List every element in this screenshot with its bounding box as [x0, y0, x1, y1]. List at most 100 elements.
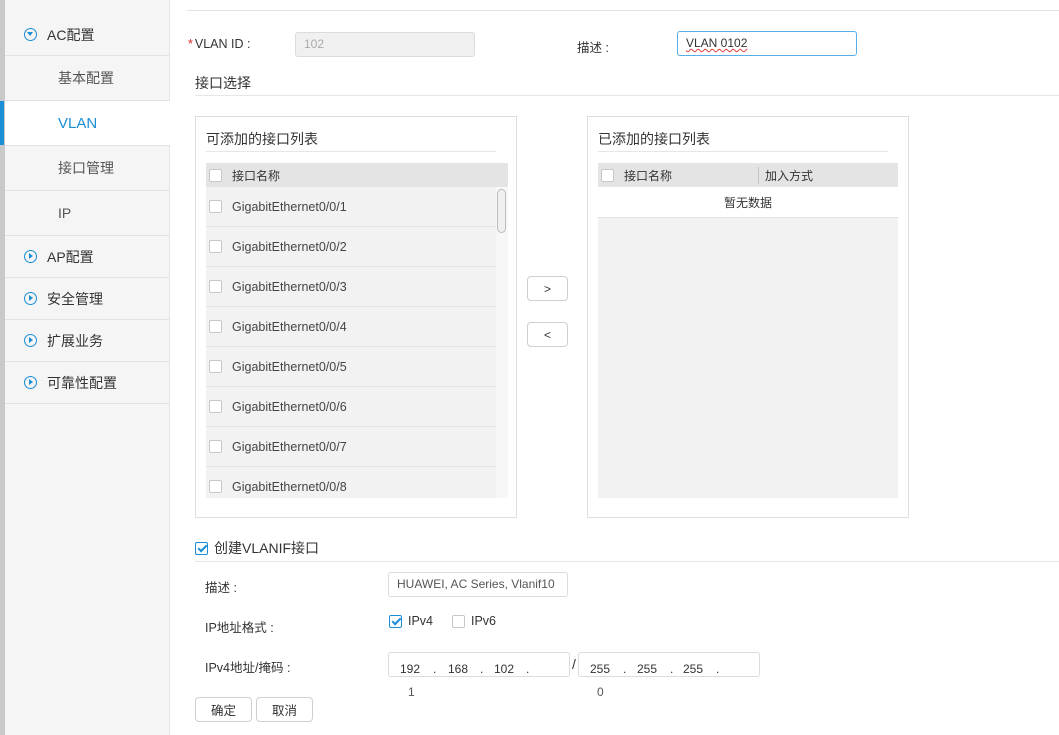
- ip-separator: .: [480, 662, 484, 676]
- row-checkbox[interactable]: [209, 320, 222, 333]
- ip-octet-3[interactable]: 102: [494, 658, 514, 681]
- move-left-button[interactable]: <: [527, 322, 568, 347]
- added-list-title: 已添加的接口列表: [598, 131, 710, 147]
- interface-selection-title: 接口选择: [195, 75, 251, 91]
- interface-name: GigabitEthernet0/0/5: [232, 359, 347, 374]
- interface-name: GigabitEthernet0/0/1: [232, 199, 347, 214]
- interface-name: GigabitEthernet0/0/8: [232, 479, 347, 494]
- ip-format-label: IP地址格式 :: [205, 621, 274, 635]
- sidebar-item-label: IP: [58, 205, 72, 221]
- ok-button[interactable]: 确定: [195, 697, 252, 722]
- row-checkbox[interactable]: [209, 200, 222, 213]
- sidebar-item-interface-management[interactable]: 接口管理: [5, 146, 170, 191]
- list-item[interactable]: GigabitEthernet0/0/2: [206, 227, 496, 267]
- panel-title-divider: [598, 151, 888, 152]
- expand-circle-icon: [24, 292, 37, 305]
- list-item[interactable]: GigabitEthernet0/0/4: [206, 307, 496, 347]
- mask-octet-4[interactable]: 0: [597, 685, 604, 699]
- create-vlanif-label: 创建VLANIF接口: [214, 540, 320, 556]
- ipv4-option[interactable]: IPv4: [389, 614, 433, 628]
- column-header-interface-name: 接口名称: [232, 168, 281, 183]
- ip-separator: .: [526, 662, 530, 676]
- list-item[interactable]: GigabitEthernet0/0/5: [206, 347, 496, 387]
- sidebar-group-label: AC配置: [47, 26, 95, 43]
- mask-octet-3[interactable]: 255: [683, 658, 703, 681]
- mask-slash: /: [572, 656, 576, 672]
- sidebar-group-ap-config[interactable]: AP配置: [5, 236, 170, 278]
- list-item[interactable]: GigabitEthernet0/0/8: [206, 467, 496, 498]
- expand-circle-icon: [24, 250, 37, 263]
- sidebar-group-extended-services[interactable]: 扩展业务: [5, 320, 170, 362]
- ipv4-address-input[interactable]: 192 . 168 . 102 .: [388, 652, 570, 677]
- sidebar-group-label: 扩展业务: [47, 332, 103, 349]
- vlanif-description-label: 描述 :: [205, 581, 237, 595]
- description-label: 描述 :: [577, 41, 609, 55]
- column-header-join-mode: 加入方式: [765, 168, 814, 183]
- mask-octet-1[interactable]: 255: [590, 658, 610, 681]
- vlan-id-input: 102: [295, 32, 475, 57]
- ipv4-label: IPv4: [408, 614, 434, 628]
- description-input[interactable]: VLAN 0102: [677, 31, 857, 56]
- empty-state: 暂无数据: [598, 187, 898, 218]
- ipv4-address-label: IPv4地址/掩码 :: [205, 661, 291, 675]
- sidebar-group-ac-config[interactable]: AC配置: [5, 14, 170, 56]
- mask-separator: .: [670, 662, 674, 676]
- list-scrollbar[interactable]: [496, 187, 508, 498]
- sidebar-group-label: 可靠性配置: [47, 374, 117, 391]
- sidebar: AC配置 基本配置 VLAN 接口管理 IP AP配置 安全管理 扩展业务 可靠…: [0, 0, 170, 735]
- mask-separator: .: [623, 662, 627, 676]
- row-checkbox[interactable]: [209, 480, 222, 493]
- create-vlanif-checkbox[interactable]: [195, 541, 208, 555]
- interface-name: GigabitEthernet0/0/6: [232, 399, 347, 414]
- row-checkbox[interactable]: [209, 280, 222, 293]
- subnet-mask-input[interactable]: 255 . 255 . 255 .: [578, 652, 760, 677]
- mask-separator: .: [716, 662, 720, 676]
- sidebar-group-security[interactable]: 安全管理: [5, 278, 170, 320]
- ipv6-option[interactable]: IPv6: [452, 614, 496, 628]
- row-checkbox[interactable]: [209, 360, 222, 373]
- panel-title-divider: [206, 151, 496, 152]
- cancel-button[interactable]: 取消: [256, 697, 313, 722]
- list-item[interactable]: GigabitEthernet0/0/1: [206, 187, 496, 227]
- select-all-checkbox[interactable]: [209, 168, 222, 182]
- required-mark: *: [188, 37, 193, 51]
- list-item[interactable]: GigabitEthernet0/0/3: [206, 267, 496, 307]
- ipv4-checkbox[interactable]: [389, 614, 402, 628]
- row-checkbox[interactable]: [209, 400, 222, 413]
- header-divider: [187, 10, 1059, 11]
- select-all-checkbox[interactable]: [601, 168, 614, 182]
- available-list-header: 接口名称: [206, 163, 508, 187]
- list-item[interactable]: GigabitEthernet0/0/7: [206, 427, 496, 467]
- available-interface-list: 接口名称 GigabitEthernet0/0/1 GigabitEtherne…: [206, 163, 508, 498]
- interface-name: GigabitEthernet0/0/2: [232, 239, 347, 254]
- sidebar-item-label: 基本配置: [58, 70, 114, 86]
- scrollbar-thumb[interactable]: [497, 189, 506, 233]
- sidebar-item-label: 接口管理: [58, 160, 114, 176]
- sidebar-item-ip[interactable]: IP: [5, 191, 170, 236]
- sidebar-group-reliability[interactable]: 可靠性配置: [5, 362, 170, 404]
- expand-circle-icon: [24, 376, 37, 389]
- sidebar-group-label: 安全管理: [47, 290, 103, 307]
- mask-octet-2[interactable]: 255: [637, 658, 657, 681]
- list-item[interactable]: GigabitEthernet0/0/6: [206, 387, 496, 427]
- ip-octet-2[interactable]: 168: [448, 658, 468, 681]
- row-checkbox[interactable]: [209, 240, 222, 253]
- description-value: VLAN 0102: [686, 36, 748, 50]
- vlanif-description-input[interactable]: HUAWEI, AC Series, Vlanif10: [388, 572, 568, 597]
- section-divider: [195, 561, 1059, 562]
- move-right-button[interactable]: >: [527, 276, 568, 301]
- ipv6-checkbox[interactable]: [452, 614, 465, 628]
- sidebar-item-basic-config[interactable]: 基本配置: [5, 56, 170, 101]
- row-checkbox[interactable]: [209, 440, 222, 453]
- sidebar-group-label: AP配置: [47, 248, 94, 265]
- ip-octet-1[interactable]: 192: [400, 658, 420, 681]
- ip-octet-4[interactable]: 1: [408, 685, 415, 699]
- added-list-header: 接口名称 加入方式: [598, 163, 898, 187]
- ipv6-label: IPv6: [471, 614, 497, 628]
- create-vlanif-option[interactable]: 创建VLANIF接口: [195, 538, 319, 558]
- collapse-circle-icon: [24, 28, 37, 41]
- interface-name: GigabitEthernet0/0/3: [232, 279, 347, 294]
- sidebar-item-vlan[interactable]: VLAN: [0, 101, 170, 146]
- interface-name: GigabitEthernet0/0/7: [232, 439, 347, 454]
- expand-circle-icon: [24, 334, 37, 347]
